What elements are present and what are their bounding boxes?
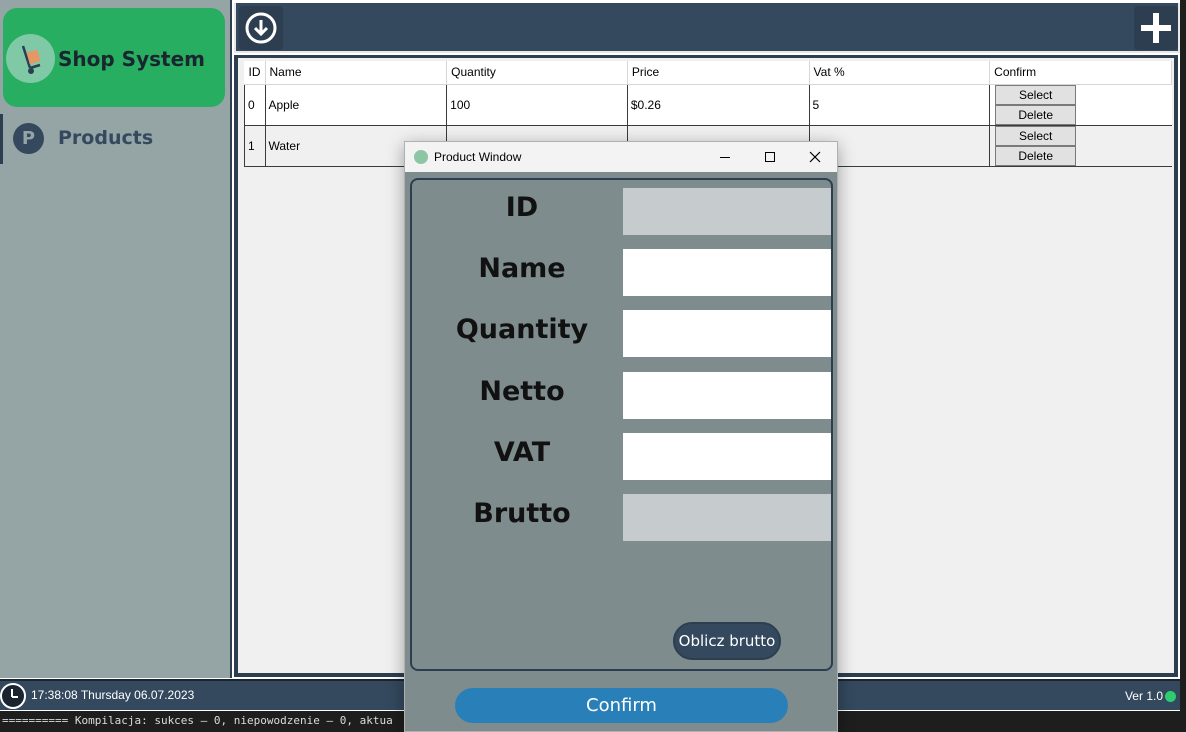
table-row[interactable]: 0 Apple 100 $0.26 5 SelectDelete: [244, 83, 1172, 126]
name-label: Name: [478, 253, 566, 284]
column-header-price[interactable]: Price: [627, 61, 810, 85]
column-header-id[interactable]: ID: [244, 61, 266, 85]
sidebar-item-products[interactable]: P Products: [0, 114, 230, 164]
id-label: ID: [505, 192, 539, 223]
maximize-button[interactable]: [748, 142, 792, 172]
minimize-icon: [720, 156, 730, 158]
id-field: [622, 187, 831, 236]
quantity-field[interactable]: [622, 309, 831, 358]
sidebar: Shop System P Products: [0, 0, 232, 678]
cell-id[interactable]: 0: [244, 83, 266, 126]
brand-panel: Shop System: [3, 8, 225, 107]
product-window: Product Window ID Name Quantity Netto VA…: [404, 141, 838, 732]
netto-label: Netto: [479, 376, 565, 407]
vat-field[interactable]: [622, 432, 831, 481]
plus-icon: [1141, 13, 1171, 43]
maximize-icon: [765, 152, 775, 162]
calculate-brutto-button[interactable]: Oblicz brutto: [673, 622, 781, 660]
select-button[interactable]: Select: [995, 84, 1077, 105]
version-label: Ver 1.0: [1124, 689, 1163, 703]
add-product-button[interactable]: [1134, 6, 1178, 50]
column-header-confirm[interactable]: Confirm: [989, 61, 1172, 85]
quantity-label: Quantity: [455, 314, 589, 345]
products-icon: P: [13, 123, 44, 154]
cell-quantity[interactable]: 100: [446, 83, 628, 126]
cell-price[interactable]: $0.26: [626, 83, 810, 126]
delete-button[interactable]: Delete: [995, 104, 1077, 125]
vat-label: VAT: [493, 437, 551, 468]
cell-name[interactable]: Apple: [264, 83, 448, 126]
select-button[interactable]: Select: [995, 125, 1077, 146]
brutto-label: Brutto: [473, 498, 571, 529]
close-icon: [809, 151, 821, 163]
download-button[interactable]: [239, 6, 283, 50]
column-header-quantity[interactable]: Quantity: [446, 61, 628, 85]
cell-vat[interactable]: 5: [808, 83, 991, 126]
status-indicator-icon: [1165, 691, 1176, 702]
cell-actions: SelectDelete: [989, 125, 1172, 167]
delete-button[interactable]: Delete: [995, 145, 1077, 166]
clock-icon: [0, 683, 26, 709]
netto-field[interactable]: [622, 371, 831, 420]
brutto-field: [622, 493, 831, 542]
hand-truck-icon: [6, 34, 55, 83]
top-toolbar: [234, 3, 1180, 53]
app-title: Shop System: [58, 47, 205, 71]
confirm-button[interactable]: Confirm: [455, 688, 788, 723]
product-form: ID Name Quantity Netto VAT Brutto Oblicz…: [410, 178, 833, 671]
dialog-titlebar[interactable]: Product Window: [405, 142, 837, 172]
column-header-name[interactable]: Name: [265, 61, 448, 85]
sidebar-item-label: Products: [58, 127, 154, 149]
table-header-row: ID Name Quantity Price Vat % Confirm: [244, 61, 1172, 85]
close-button[interactable]: [793, 142, 837, 172]
cell-actions: SelectDelete: [989, 84, 1172, 126]
minimize-button[interactable]: [703, 142, 747, 172]
download-circle-icon: [245, 12, 277, 44]
column-header-vat[interactable]: Vat %: [809, 61, 991, 85]
name-field[interactable]: [622, 248, 831, 297]
cell-id[interactable]: 1: [244, 124, 266, 167]
dialog-title: Product Window: [434, 150, 522, 164]
app-icon: [414, 150, 428, 164]
status-datetime: 17:38:08 Thursday 06.07.2023: [31, 688, 195, 702]
